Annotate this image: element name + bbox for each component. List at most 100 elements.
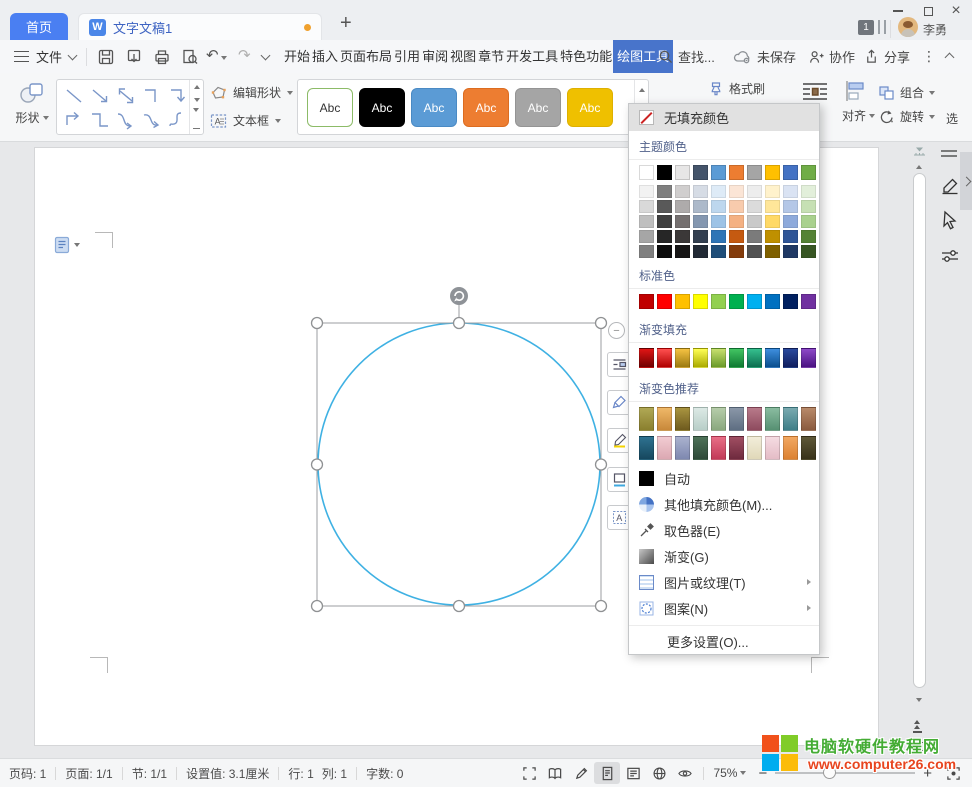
color-swatch[interactable]: [783, 185, 798, 198]
ruler-toggle-button[interactable]: [912, 146, 927, 158]
color-swatch[interactable]: [693, 185, 708, 198]
color-swatch[interactable]: [765, 245, 780, 258]
curved-arrow-connector[interactable]: [139, 108, 165, 132]
color-swatch[interactable]: [639, 436, 654, 460]
color-swatch[interactable]: [657, 185, 672, 198]
color-swatch[interactable]: [765, 185, 780, 198]
color-swatch[interactable]: [693, 200, 708, 213]
auto-color-option[interactable]: 自动: [629, 465, 819, 491]
print-preview-button[interactable]: [181, 48, 199, 66]
color-swatch[interactable]: [729, 407, 744, 431]
color-swatch[interactable]: [801, 200, 816, 213]
color-swatch[interactable]: [747, 230, 762, 243]
user-name[interactable]: 李勇: [923, 21, 947, 38]
color-swatch[interactable]: [639, 294, 654, 309]
color-swatch[interactable]: [693, 165, 708, 180]
color-swatch[interactable]: [693, 245, 708, 258]
quickbar-more-button[interactable]: [261, 51, 271, 61]
selection-handle[interactable]: [596, 318, 607, 329]
vertical-scrollbar-thumb[interactable]: [913, 173, 926, 688]
scroll-down-button[interactable]: [916, 698, 922, 702]
color-swatch[interactable]: [693, 407, 708, 431]
color-swatch[interactable]: [765, 436, 780, 460]
web-layout-button[interactable]: [646, 762, 672, 784]
collab-button[interactable]: 协作: [808, 40, 855, 73]
z-connector[interactable]: [87, 108, 113, 132]
color-swatch[interactable]: [765, 165, 780, 180]
menu-tab-4[interactable]: 引用: [393, 40, 421, 73]
color-swatch[interactable]: [783, 348, 798, 368]
color-swatch[interactable]: [747, 200, 762, 213]
window-count-badge[interactable]: 1: [858, 20, 874, 35]
sidebar-settings-button[interactable]: [940, 246, 960, 266]
color-swatch[interactable]: [729, 200, 744, 213]
color-swatch[interactable]: [675, 185, 690, 198]
page-settings-button[interactable]: [54, 236, 80, 254]
group-button[interactable]: 组合: [878, 84, 935, 101]
elbow-connector-arrow[interactable]: [165, 84, 191, 108]
color-swatch[interactable]: [639, 245, 654, 258]
color-swatch[interactable]: [801, 185, 816, 198]
color-swatch[interactable]: [693, 215, 708, 228]
search-button[interactable]: 查找...: [658, 40, 715, 73]
selection-handle[interactable]: [312, 459, 323, 470]
color-swatch[interactable]: [675, 436, 690, 460]
s-curve-shape[interactable]: [165, 108, 191, 132]
gradient-option[interactable]: 渐变(G): [629, 543, 819, 569]
color-swatch[interactable]: [711, 348, 726, 368]
color-swatch[interactable]: [639, 165, 654, 180]
avatar[interactable]: [898, 17, 918, 37]
color-swatch[interactable]: [765, 348, 780, 368]
close-button[interactable]: ×: [944, 2, 968, 20]
color-swatch[interactable]: [801, 436, 816, 460]
shape-style-1[interactable]: Abc: [307, 88, 353, 127]
rotate-button[interactable]: 旋转: [878, 108, 935, 125]
color-swatch[interactable]: [639, 215, 654, 228]
color-swatch[interactable]: [783, 294, 798, 309]
color-swatch[interactable]: [747, 165, 762, 180]
menu-tab-7[interactable]: 章节: [477, 40, 505, 73]
color-swatch[interactable]: [801, 165, 816, 180]
color-swatch[interactable]: [693, 348, 708, 368]
line-shape-arrow[interactable]: [87, 84, 113, 108]
color-swatch[interactable]: [675, 348, 690, 368]
gallery-more-button[interactable]: [193, 112, 200, 130]
color-swatch[interactable]: [765, 215, 780, 228]
status-page-number[interactable]: 页码: 1: [0, 765, 55, 782]
color-swatch[interactable]: [801, 407, 816, 431]
color-swatch[interactable]: [675, 245, 690, 258]
color-swatch[interactable]: [675, 165, 690, 180]
color-swatch[interactable]: [783, 230, 798, 243]
line-shape-straight[interactable]: [61, 84, 87, 108]
color-swatch[interactable]: [765, 407, 780, 431]
print-button[interactable]: [153, 48, 171, 66]
color-swatch[interactable]: [801, 215, 816, 228]
elbow-connector[interactable]: [139, 84, 165, 108]
scroll-up-button[interactable]: [916, 165, 922, 169]
line-shape-double-arrow[interactable]: [113, 84, 139, 108]
new-tab-button[interactable]: +: [340, 12, 352, 35]
color-swatch[interactable]: [783, 165, 798, 180]
color-swatch[interactable]: [801, 348, 816, 368]
menu-tab-8[interactable]: 开发工具: [505, 40, 559, 73]
color-swatch[interactable]: [783, 200, 798, 213]
selection-handle[interactable]: [454, 318, 465, 329]
no-fill-option[interactable]: 无填充颜色: [629, 104, 819, 131]
more-settings-option[interactable]: 更多设置(O)...: [629, 628, 819, 654]
selection-handle[interactable]: [596, 459, 607, 470]
zoom-level-button[interactable]: 75%: [709, 766, 750, 780]
color-swatch[interactable]: [783, 245, 798, 258]
shape-style-4[interactable]: Abc: [463, 88, 509, 127]
color-swatch[interactable]: [657, 407, 672, 431]
color-swatch[interactable]: [729, 245, 744, 258]
color-swatch[interactable]: [657, 215, 672, 228]
pattern-option[interactable]: 图案(N): [629, 595, 819, 621]
color-swatch[interactable]: [747, 407, 762, 431]
gallery-scroll-up[interactable]: [194, 85, 200, 89]
color-swatch[interactable]: [783, 215, 798, 228]
shape-style-5[interactable]: Abc: [515, 88, 561, 127]
color-swatch[interactable]: [711, 436, 726, 460]
color-swatch[interactable]: [711, 165, 726, 180]
color-swatch[interactable]: [729, 215, 744, 228]
rotate-handle[interactable]: [450, 287, 468, 305]
